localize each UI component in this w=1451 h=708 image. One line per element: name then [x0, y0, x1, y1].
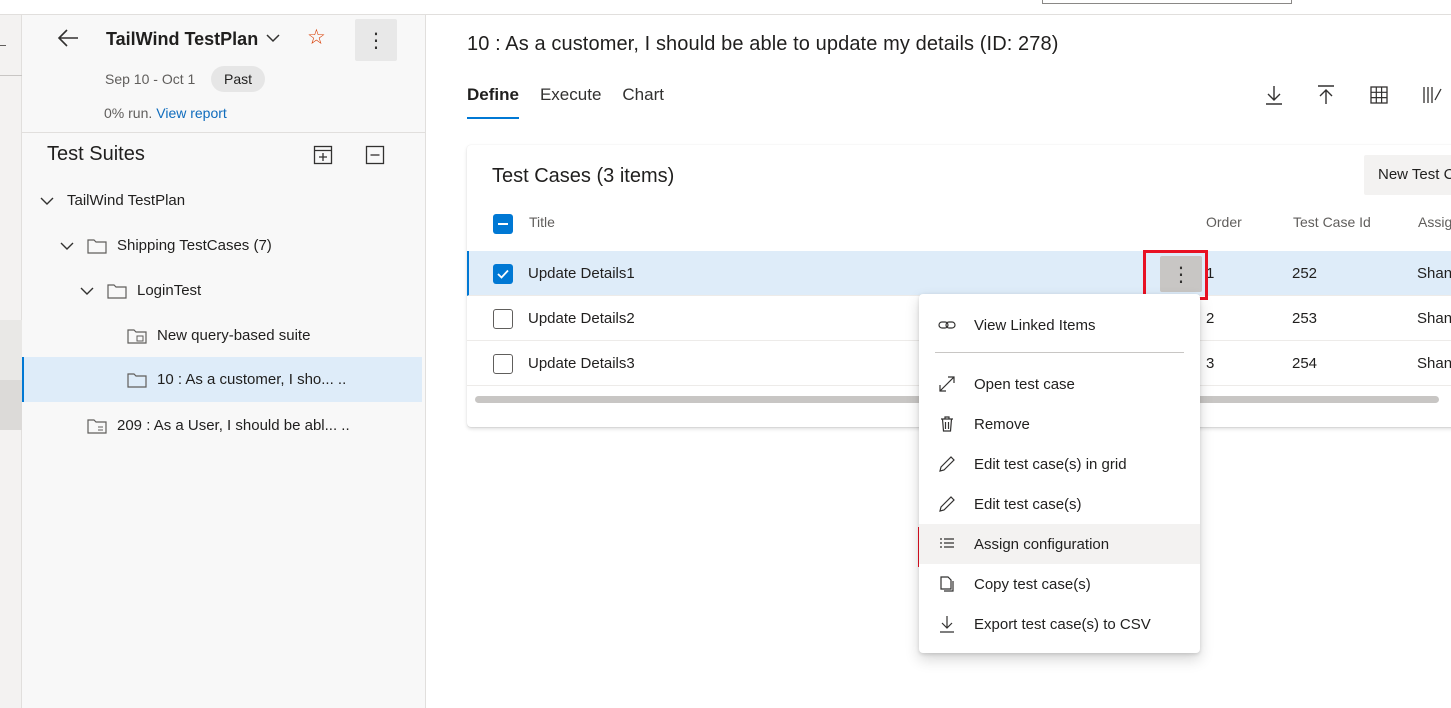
- rail-item-active[interactable]: [0, 380, 22, 430]
- download-icon[interactable]: [1263, 84, 1285, 106]
- menu-item-label: Open test case: [974, 375, 1075, 393]
- run-percent: 0% run.: [104, 105, 153, 121]
- menu-item-label: Edit test case(s) in grid: [974, 455, 1127, 473]
- tab-bar: Define Execute Chart: [467, 85, 685, 119]
- folder-icon: [127, 372, 147, 388]
- menu-item-edit-test-cases[interactable]: Edit test case(s): [919, 484, 1200, 524]
- row-checkbox[interactable]: [493, 264, 513, 284]
- test-case-assigned: Shan: [1417, 265, 1451, 282]
- test-case-order: 2: [1206, 310, 1215, 327]
- back-arrow-icon[interactable]: [56, 25, 82, 51]
- tab-chart[interactable]: Chart: [622, 85, 664, 119]
- tree-node-label: 10 : As a customer, I sho... ..: [157, 371, 347, 388]
- panel-divider: [22, 132, 426, 133]
- chevron-down-icon[interactable]: [79, 283, 95, 299]
- test-case-assigned: Shan: [1417, 310, 1451, 327]
- left-rail: [0, 15, 22, 708]
- suites-heading: Test Suites: [47, 143, 145, 165]
- menu-item-label: View Linked Items: [974, 316, 1096, 334]
- tree-node-label: New query-based suite: [157, 327, 311, 344]
- folder-icon: [107, 283, 127, 299]
- assign-list-icon: [940, 538, 954, 548]
- menu-item-label: Copy test case(s): [974, 575, 1091, 593]
- row-checkbox[interactable]: [493, 309, 513, 329]
- menu-item-copy-test-cases[interactable]: Copy test case(s): [919, 564, 1200, 604]
- menu-item-label: Assign configuration: [974, 535, 1110, 553]
- run-summary: 0% run. View report: [104, 105, 227, 121]
- menu-item-edit-in-grid[interactable]: Edit test case(s) in grid: [919, 444, 1200, 484]
- test-case-assigned: Shan: [1417, 355, 1451, 372]
- menu-item-label: Remove: [974, 415, 1030, 433]
- status-badge: Past: [211, 66, 266, 92]
- menu-separator: [935, 352, 1184, 353]
- new-test-case-button[interactable]: New Test C: [1364, 155, 1451, 195]
- menu-item-label: Export test case(s) to CSV: [974, 615, 1151, 633]
- more-options-button[interactable]: ⋮: [355, 19, 397, 61]
- tree-node-query-suite[interactable]: New query-based suite: [22, 313, 422, 358]
- link-icon: [938, 321, 956, 329]
- context-menu: View Linked Items Open test case Remove …: [919, 294, 1200, 653]
- pencil-icon: [939, 456, 955, 472]
- test-case-id: 254: [1292, 355, 1318, 372]
- select-all-checkbox[interactable]: [493, 214, 513, 234]
- test-case-title[interactable]: Update Details1: [528, 265, 635, 282]
- chevron-down-icon[interactable]: [264, 29, 282, 47]
- query-suite-icon: [127, 328, 147, 344]
- view-report-link[interactable]: View report: [156, 105, 227, 121]
- column-options-icon[interactable]: [1421, 84, 1443, 106]
- pencil-icon: [939, 496, 955, 512]
- menu-item-open-test-case[interactable]: Open test case: [919, 364, 1200, 404]
- column-header-assigned[interactable]: Assig: [1418, 214, 1451, 230]
- star-icon[interactable]: ☆: [307, 25, 326, 50]
- tree-node-logintest[interactable]: LoginTest: [22, 268, 422, 313]
- menu-item-label: Edit test case(s): [974, 495, 1082, 513]
- menu-item-view-linked-items[interactable]: View Linked Items: [919, 305, 1200, 345]
- tree-node-root[interactable]: TailWind TestPlan: [22, 178, 422, 223]
- plan-title[interactable]: TailWind TestPlan: [106, 29, 258, 50]
- test-case-order: 3: [1206, 355, 1215, 372]
- menu-item-export-csv[interactable]: Export test case(s) to CSV: [919, 604, 1200, 644]
- chevron-down-icon[interactable]: [59, 238, 75, 254]
- search-box-edge[interactable]: [1042, 0, 1292, 4]
- test-cases-heading: Test Cases (3 items): [492, 165, 675, 187]
- highlight-box-more-button: [1143, 250, 1208, 300]
- menu-item-remove[interactable]: Remove: [919, 404, 1200, 444]
- upload-icon[interactable]: [1315, 84, 1337, 106]
- tree-node-label: 209 : As a User, I should be abl... ..: [117, 417, 350, 434]
- chevron-down-icon[interactable]: [39, 193, 55, 209]
- tree-node-label: LoginTest: [137, 282, 202, 299]
- trash-icon: [941, 416, 953, 432]
- test-plan-panel: TailWind TestPlan ☆ ⋮ Sep 10 - Oct 1 Pas…: [22, 15, 426, 708]
- copy-icon: [940, 576, 954, 592]
- tree-node-requirement-suite[interactable]: 209 : As a User, I should be abl... ..: [22, 403, 422, 448]
- rail-divider: [0, 75, 22, 76]
- column-header-title[interactable]: Title: [529, 214, 555, 230]
- collapse-all-icon[interactable]: [365, 145, 385, 165]
- plan-dates: Sep 10 - Oct 1: [105, 71, 196, 87]
- folder-icon: [87, 238, 107, 254]
- test-case-title[interactable]: Update Details2: [528, 310, 635, 327]
- test-case-id: 252: [1292, 265, 1318, 282]
- expand-arrow-icon: [939, 376, 955, 392]
- grid-icon[interactable]: [1368, 84, 1390, 106]
- tab-execute[interactable]: Execute: [540, 85, 601, 119]
- requirement-suite-icon: [87, 418, 107, 434]
- menu-item-assign-configuration[interactable]: Assign configuration: [919, 524, 1200, 564]
- table-row[interactable]: Update Details1 ⋮ 1 252 Shan: [467, 251, 1451, 296]
- page-title: 10 : As a customer, I should be able to …: [467, 33, 1059, 55]
- rail-item[interactable]: [0, 320, 22, 380]
- tree-node-selected-suite[interactable]: 10 : As a customer, I sho... ..: [22, 357, 422, 402]
- expand-all-icon[interactable]: [313, 145, 333, 165]
- download-icon: [940, 616, 954, 633]
- test-case-id: 253: [1292, 310, 1318, 327]
- tree-node-shipping[interactable]: Shipping TestCases (7): [22, 223, 422, 268]
- rail-mark: [0, 45, 6, 46]
- row-checkbox[interactable]: [493, 354, 513, 374]
- column-header-id[interactable]: Test Case Id: [1293, 214, 1371, 230]
- tab-define[interactable]: Define: [467, 85, 519, 119]
- tree-node-label: TailWind TestPlan: [67, 192, 186, 209]
- column-header-order[interactable]: Order: [1206, 214, 1242, 230]
- test-case-title[interactable]: Update Details3: [528, 355, 635, 372]
- tree-node-label: Shipping TestCases (7): [117, 237, 272, 254]
